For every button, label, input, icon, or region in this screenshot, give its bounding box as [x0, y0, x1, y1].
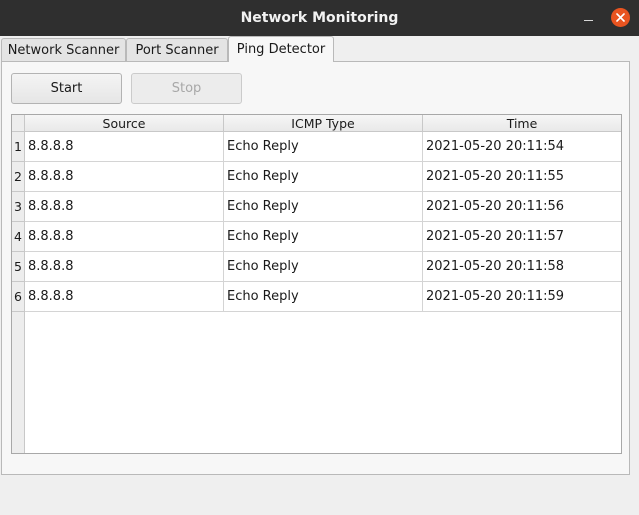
cell-source[interactable]: 8.8.8.8 [25, 282, 224, 312]
cell-time[interactable]: 2021-05-20 20:11:55 [423, 162, 621, 192]
cell-icmp-type[interactable]: Echo Reply [224, 132, 423, 162]
stop-button: Stop [131, 73, 242, 104]
cell-icmp-type[interactable]: Echo Reply [224, 282, 423, 312]
row-header-column: 1 2 3 4 5 6 [12, 132, 25, 453]
cell-source[interactable]: 8.8.8.8 [25, 162, 224, 192]
tab-bar: Network Scanner Port Scanner Ping Detect… [0, 36, 639, 62]
ping-results-table[interactable]: Source ICMP Type Time 1 2 3 4 5 6 8.8.8.… [11, 114, 622, 454]
row-header[interactable]: 4 [12, 222, 24, 252]
window-title: Network Monitoring [240, 10, 399, 26]
ping-detector-panel: Start Stop Source ICMP Type Time 1 2 3 4… [1, 61, 630, 475]
cell-icmp-type[interactable]: Echo Reply [224, 192, 423, 222]
table-corner-button[interactable] [12, 115, 25, 132]
cell-source[interactable]: 8.8.8.8 [25, 192, 224, 222]
minimize-icon [583, 19, 593, 21]
minimize-button[interactable] [578, 8, 598, 28]
cell-icmp-type[interactable]: Echo Reply [224, 222, 423, 252]
tab-network-scanner[interactable]: Network Scanner [1, 38, 126, 62]
column-header-source[interactable]: Source [25, 115, 224, 132]
cell-time[interactable]: 2021-05-20 20:11:57 [423, 222, 621, 252]
tab-ping-detector[interactable]: Ping Detector [228, 36, 334, 62]
row-header[interactable]: 6 [12, 282, 24, 312]
tab-port-scanner[interactable]: Port Scanner [126, 38, 228, 62]
close-button[interactable] [611, 8, 630, 27]
row-header[interactable]: 5 [12, 252, 24, 282]
cell-time[interactable]: 2021-05-20 20:11:56 [423, 192, 621, 222]
row-header[interactable]: 2 [12, 162, 24, 192]
close-icon [616, 13, 625, 22]
column-header-icmp-type[interactable]: ICMP Type [224, 115, 423, 132]
cell-icmp-type[interactable]: Echo Reply [224, 252, 423, 282]
row-header[interactable]: 1 [12, 132, 24, 162]
app-window: Network Monitoring Network Scanner Port … [0, 0, 639, 515]
cell-source[interactable]: 8.8.8.8 [25, 222, 224, 252]
cell-source[interactable]: 8.8.8.8 [25, 252, 224, 282]
row-header[interactable]: 3 [12, 192, 24, 222]
cell-time[interactable]: 2021-05-20 20:11:54 [423, 132, 621, 162]
cell-time[interactable]: 2021-05-20 20:11:59 [423, 282, 621, 312]
cell-time[interactable]: 2021-05-20 20:11:58 [423, 252, 621, 282]
title-bar[interactable]: Network Monitoring [0, 0, 639, 36]
cell-icmp-type[interactable]: Echo Reply [224, 162, 423, 192]
start-button[interactable]: Start [11, 73, 122, 104]
column-header-time[interactable]: Time [423, 115, 621, 132]
cell-source[interactable]: 8.8.8.8 [25, 132, 224, 162]
